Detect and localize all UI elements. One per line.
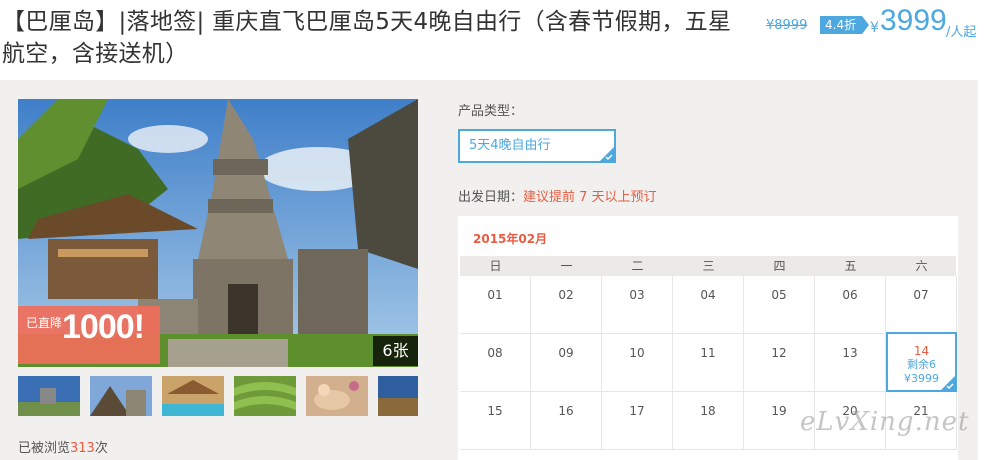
view-counter: 已被浏览313次	[18, 437, 108, 456]
weekday-fri: 五	[844, 259, 857, 273]
departure-date-label: 出发日期：建议提前 7 天以上预订	[458, 186, 657, 205]
calendar-day[interactable]: 03	[602, 276, 673, 334]
day-number: 03	[629, 288, 645, 302]
weekday-wed: 三	[702, 259, 715, 273]
calendar-day[interactable]: 12	[744, 334, 815, 392]
calendar-day[interactable]: 13	[815, 334, 886, 392]
product-type-option-label: 5天4晚自由行	[469, 138, 551, 153]
weekday-tue: 二	[631, 259, 644, 273]
promo-amount: 1000!	[62, 308, 145, 346]
weekday-mon: 一	[560, 259, 573, 273]
views-prefix: 已被浏览	[18, 441, 71, 456]
thumbnail-5[interactable]	[306, 376, 368, 416]
calendar-day[interactable]: 16	[531, 392, 602, 450]
discount-badge: 4.4折	[820, 16, 870, 34]
price-unit: /人起	[946, 25, 977, 40]
day-number: 05	[771, 288, 787, 302]
watermark: eLvXing.net	[800, 407, 970, 437]
calendar-day[interactable]: 18	[673, 392, 744, 450]
day-number: 15	[487, 404, 503, 418]
product-type-label: 产品类型：	[458, 104, 524, 119]
weekday-sat: 六	[915, 259, 928, 273]
day-number: 08	[487, 346, 503, 360]
calendar-day-selected[interactable]: 14 剩余6 ¥3999	[886, 332, 957, 392]
day-number: 02	[558, 288, 574, 302]
calendar-day[interactable]: 01	[460, 276, 531, 334]
day-number: 06	[842, 288, 858, 302]
thumbnail-2[interactable]	[90, 376, 152, 416]
weekday-thu: 四	[773, 259, 786, 273]
calendar-day[interactable]: 05	[744, 276, 815, 334]
day-number: 09	[558, 346, 574, 360]
promo-label: 已直降	[26, 316, 63, 330]
thumbnail-3[interactable]	[162, 376, 224, 416]
thumbnail-4[interactable]	[234, 376, 296, 416]
day-number: 12	[771, 346, 787, 360]
calendar-day[interactable]: 09	[531, 334, 602, 392]
calendar-day[interactable]: 02	[531, 276, 602, 334]
day-number: 01	[487, 288, 503, 302]
day-number: 17	[629, 404, 645, 418]
day-number: 11	[700, 346, 716, 360]
photo-count[interactable]: 6张	[373, 336, 418, 366]
checkmark-icon	[605, 154, 613, 160]
product-type-option[interactable]: 5天4晚自由行	[458, 129, 616, 163]
day-number: 04	[700, 288, 716, 302]
day-number: 10	[629, 346, 645, 360]
remaining-seats: 剩余6	[907, 358, 936, 371]
original-price: ¥8999	[766, 18, 808, 33]
checkmark-icon	[946, 383, 954, 389]
day-number: 07	[913, 288, 929, 302]
calendar-day[interactable]: 11	[673, 334, 744, 392]
calendar-day[interactable]: 10	[602, 334, 673, 392]
calendar-day[interactable]: 06	[815, 276, 886, 334]
product-header: 【巴厘岛】|落地签| 重庆直飞巴厘岛5天4晚自由行（含春节假期，五星航空，含接送…	[0, 0, 986, 80]
thumbnail-strip	[18, 376, 418, 416]
calendar-day[interactable]: 04	[673, 276, 744, 334]
weekday-sun: 日	[489, 259, 502, 273]
price-box: ¥8999 4.4折 ¥ 3999 /人起	[766, 4, 984, 46]
price-drop-badge: 已直降 1000!	[18, 306, 160, 364]
booking-hint: 建议提前 7 天以上预订	[523, 190, 657, 205]
current-price: 3999	[880, 4, 947, 37]
content-panel: 已直降 1000! 6张 已被浏览313次 产品类型： 5天4晚自由行 出发日期	[0, 80, 978, 460]
calendar-month: 2015年02月	[473, 232, 548, 246]
calendar-day[interactable]: 07	[886, 276, 957, 334]
calendar-day[interactable]: 17	[602, 392, 673, 450]
calendar-day[interactable]: 08	[460, 334, 531, 392]
currency-symbol: ¥	[870, 20, 879, 36]
calendar-weekday-header: 日 一 二 三 四 五 六	[460, 256, 956, 276]
thumbnail-6[interactable]	[378, 376, 418, 416]
day-number: 18	[700, 404, 716, 418]
day-number: 13	[842, 346, 858, 360]
views-suffix: 次	[94, 441, 108, 456]
date-label-text: 出发日期：	[458, 190, 524, 205]
day-number: 16	[558, 404, 574, 418]
calendar-day[interactable]: 15	[460, 392, 531, 450]
product-title: 【巴厘岛】|落地签| 重庆直飞巴厘岛5天4晚自由行（含春节假期，五星航空，含接送…	[2, 9, 732, 67]
day-number: 14	[913, 344, 930, 358]
thumbnail-1[interactable]	[18, 376, 80, 416]
views-count: 313	[70, 441, 95, 456]
